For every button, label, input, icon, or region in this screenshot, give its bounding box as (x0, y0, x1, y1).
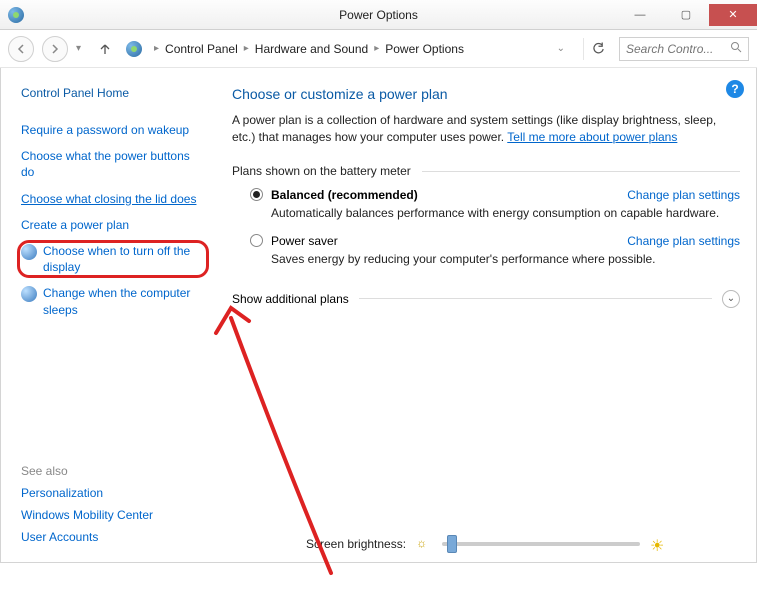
change-plan-settings-link[interactable]: Change plan settings (627, 188, 740, 202)
breadcrumb-item[interactable]: Power Options (383, 40, 466, 58)
window-title: Power Options (339, 8, 418, 22)
brightness-control: Screen brightness: ☼ ☀ (306, 536, 666, 552)
main-content: ? Choose or customize a power plan A pow… (216, 68, 756, 562)
control-panel-home-link[interactable]: Control Panel Home (21, 86, 204, 100)
minimize-button[interactable]: — (617, 4, 663, 26)
see-also-personalization[interactable]: Personalization (21, 486, 204, 500)
plan-radio-power-saver[interactable] (250, 234, 263, 247)
search-icon (730, 41, 742, 56)
see-also-user-accounts[interactable]: User Accounts (21, 530, 204, 544)
history-dropdown[interactable]: ▾ (76, 43, 88, 54)
divider (359, 298, 712, 299)
sidebar-link-turn-off-display[interactable]: Choose when to turn off the display (43, 243, 204, 275)
page-heading: Choose or customize a power plan (232, 86, 740, 102)
up-button[interactable] (96, 40, 114, 58)
plan-name[interactable]: Balanced (recommended) (271, 188, 418, 202)
power-plan-power-saver: Power saver Change plan settings Saves e… (250, 234, 740, 266)
sidebar-link-computer-sleeps[interactable]: Change when the computer sleeps (43, 285, 204, 317)
refresh-button[interactable] (583, 38, 605, 60)
arrow-left-icon (15, 43, 27, 55)
brightness-slider[interactable] (442, 542, 640, 546)
plans-section-label: Plans shown on the battery meter (232, 164, 740, 178)
chevron-down-icon[interactable]: ⌄ (722, 290, 740, 308)
sun-bright-icon: ☀ (650, 536, 666, 552)
location-icon (126, 41, 142, 57)
see-also-section: See also Personalization Windows Mobilit… (21, 464, 204, 552)
sidebar-link-closing-lid[interactable]: Choose what closing the lid does (21, 191, 204, 207)
show-additional-plans-row[interactable]: Show additional plans ⌄ (232, 290, 740, 308)
sidebar-link-require-password[interactable]: Require a password on wakeup (21, 122, 204, 138)
chevron-down-icon[interactable]: ⌄ (557, 43, 571, 54)
back-button[interactable] (8, 36, 34, 62)
power-plan-balanced: Balanced (recommended) Change plan setti… (250, 188, 740, 220)
brightness-label: Screen brightness: (306, 537, 406, 551)
sidebar-link-power-buttons[interactable]: Choose what the power buttons do (21, 148, 204, 180)
sidebar-link-create-plan[interactable]: Create a power plan (21, 217, 204, 233)
learn-more-link[interactable]: Tell me more about power plans (507, 130, 677, 144)
arrow-right-icon (49, 43, 61, 55)
titlebar: Power Options — ▢ ✕ (0, 0, 757, 30)
toolbar: ▾ ▸ Control Panel ▸ Hardware and Sound ▸… (0, 30, 757, 68)
chevron-right-icon: ▸ (154, 43, 159, 54)
plan-name[interactable]: Power saver (271, 234, 338, 248)
page-description: A power plan is a collection of hardware… (232, 112, 740, 146)
chevron-right-icon: ▸ (374, 43, 379, 54)
help-icon[interactable]: ? (726, 80, 744, 98)
refresh-icon (592, 42, 605, 56)
search-box[interactable] (619, 37, 749, 61)
sleep-icon (21, 286, 37, 302)
show-additional-plans-label: Show additional plans (232, 292, 349, 306)
plan-description: Automatically balances performance with … (271, 206, 740, 220)
search-input[interactable] (626, 42, 726, 56)
breadcrumb[interactable]: ▸ Control Panel ▸ Hardware and Sound ▸ P… (150, 40, 575, 58)
breadcrumb-item[interactable]: Hardware and Sound (253, 40, 370, 58)
breadcrumb-item[interactable]: Control Panel (163, 40, 240, 58)
forward-button[interactable] (42, 36, 68, 62)
sidebar: Control Panel Home Require a password on… (1, 68, 216, 562)
power-options-icon (8, 7, 24, 23)
slider-thumb[interactable] (447, 535, 457, 553)
plan-description: Saves energy by reducing your computer's… (271, 252, 740, 266)
display-off-icon (21, 244, 37, 260)
change-plan-settings-link[interactable]: Change plan settings (627, 234, 740, 248)
window-controls: — ▢ ✕ (617, 4, 757, 26)
maximize-button[interactable]: ▢ (663, 4, 709, 26)
chevron-right-icon: ▸ (244, 43, 249, 54)
arrow-up-icon (98, 42, 112, 56)
sun-dim-icon: ☼ (416, 536, 432, 552)
close-button[interactable]: ✕ (709, 4, 757, 26)
plan-radio-balanced[interactable] (250, 188, 263, 201)
see-also-mobility-center[interactable]: Windows Mobility Center (21, 508, 204, 522)
see-also-header: See also (21, 464, 204, 478)
